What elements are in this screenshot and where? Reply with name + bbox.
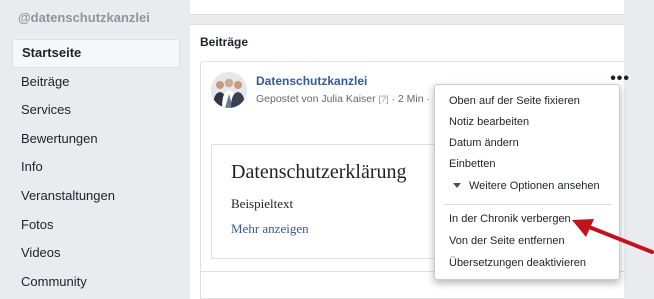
page-sidebar: @datenschutzkanzlei Startseite Beiträge … [0, 0, 190, 299]
sidebar-item-fotos[interactable]: Fotos [12, 211, 180, 240]
menu-divider [443, 204, 611, 205]
post-author-link[interactable]: Datenschutzkanzlei [256, 74, 367, 88]
menu-item-embed[interactable]: Einbetten [435, 154, 619, 175]
show-more-link[interactable]: Mehr anzeigen [231, 221, 309, 237]
help-marker[interactable]: [?] [379, 94, 389, 104]
top-card [190, 0, 624, 15]
menu-item-change-date[interactable]: Datum ändern [435, 133, 619, 154]
page-handle: @datenschutzkanzlei [18, 10, 150, 25]
sidebar-item-bewertungen[interactable]: Bewertungen [12, 125, 180, 154]
caret-down-icon [453, 183, 461, 189]
sidebar-nav: Startseite Beiträge Services Bewertungen… [12, 39, 180, 296]
post-time[interactable]: · 2 Min · [392, 93, 431, 105]
avatar[interactable] [211, 72, 247, 108]
menu-item-pin-to-top[interactable]: Oben auf der Seite fixieren [435, 91, 619, 112]
sidebar-item-beitraege[interactable]: Beiträge [12, 68, 180, 97]
note-preview-card[interactable]: Datenschutzerklärung Beispieltext Mehr a… [211, 144, 455, 259]
post-meta: Gepostet von Julia Kaiser [?] · 2 Min · [256, 93, 430, 105]
menu-item-edit-note[interactable]: Notiz bearbeiten [435, 112, 619, 133]
post-byline: Gepostet von Julia Kaiser [256, 93, 376, 105]
sidebar-item-veranstaltungen[interactable]: Veranstaltungen [12, 182, 180, 211]
sidebar-item-startseite[interactable]: Startseite [12, 39, 180, 68]
section-title: Beiträge [200, 35, 249, 49]
menu-item-more-options[interactable]: Weitere Optionen ansehen [435, 176, 619, 197]
note-body: Beispieltext [231, 196, 294, 211]
people-avatar-icon [211, 72, 247, 108]
sidebar-item-services[interactable]: Services [12, 96, 180, 125]
annotation-arrow-icon [572, 219, 654, 254]
sidebar-item-community[interactable]: Community [12, 268, 180, 297]
note-title: Datenschutzerklärung [231, 161, 407, 183]
sidebar-item-videos[interactable]: Videos [12, 239, 180, 268]
menu-item-disable-translations[interactable]: Übersetzungen deaktivieren [435, 253, 619, 274]
more-options-label: Weitere Optionen ansehen [469, 180, 600, 192]
sidebar-item-info[interactable]: Info [12, 153, 180, 182]
